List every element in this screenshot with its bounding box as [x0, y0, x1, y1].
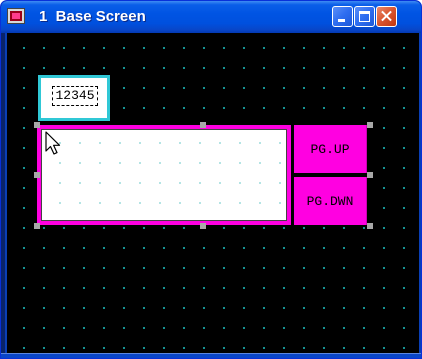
- selection-handle-middle-left[interactable]: [34, 172, 40, 178]
- selection-handle-top-middle[interactable]: [200, 122, 206, 128]
- page-up-button[interactable]: PG.UP: [294, 125, 367, 173]
- selection-handle-top-left[interactable]: [34, 122, 40, 128]
- selection-handle-middle-right[interactable]: [367, 172, 373, 178]
- minimize-button[interactable]: [332, 6, 353, 27]
- list-box-area: [41, 129, 287, 221]
- base-screen-window: 1 Base Screen 12345 PG.UP PG.DWN: [0, 0, 422, 359]
- selection-handle-bottom-right[interactable]: [367, 223, 373, 229]
- window-bottom-border: [1, 353, 421, 358]
- page-down-button[interactable]: PG.DWN: [294, 177, 367, 225]
- window-title: 1 Base Screen: [39, 8, 146, 25]
- selection-handle-bottom-middle[interactable]: [200, 223, 206, 229]
- numeric-display-object[interactable]: 12345: [38, 75, 110, 121]
- title-bar[interactable]: 1 Base Screen: [1, 1, 421, 33]
- minimize-icon: [338, 19, 345, 22]
- close-icon: [377, 7, 396, 26]
- maximize-icon: [359, 11, 370, 22]
- selection-handle-bottom-left[interactable]: [34, 223, 40, 229]
- maximize-button[interactable]: [354, 6, 375, 27]
- screen-app-icon: [8, 9, 24, 23]
- list-box-object[interactable]: [37, 125, 291, 225]
- close-button[interactable]: [376, 6, 397, 27]
- numeric-display-value: 12345: [52, 86, 98, 106]
- arrow-cursor-icon: [45, 131, 61, 155]
- selection-handle-top-right[interactable]: [367, 122, 373, 128]
